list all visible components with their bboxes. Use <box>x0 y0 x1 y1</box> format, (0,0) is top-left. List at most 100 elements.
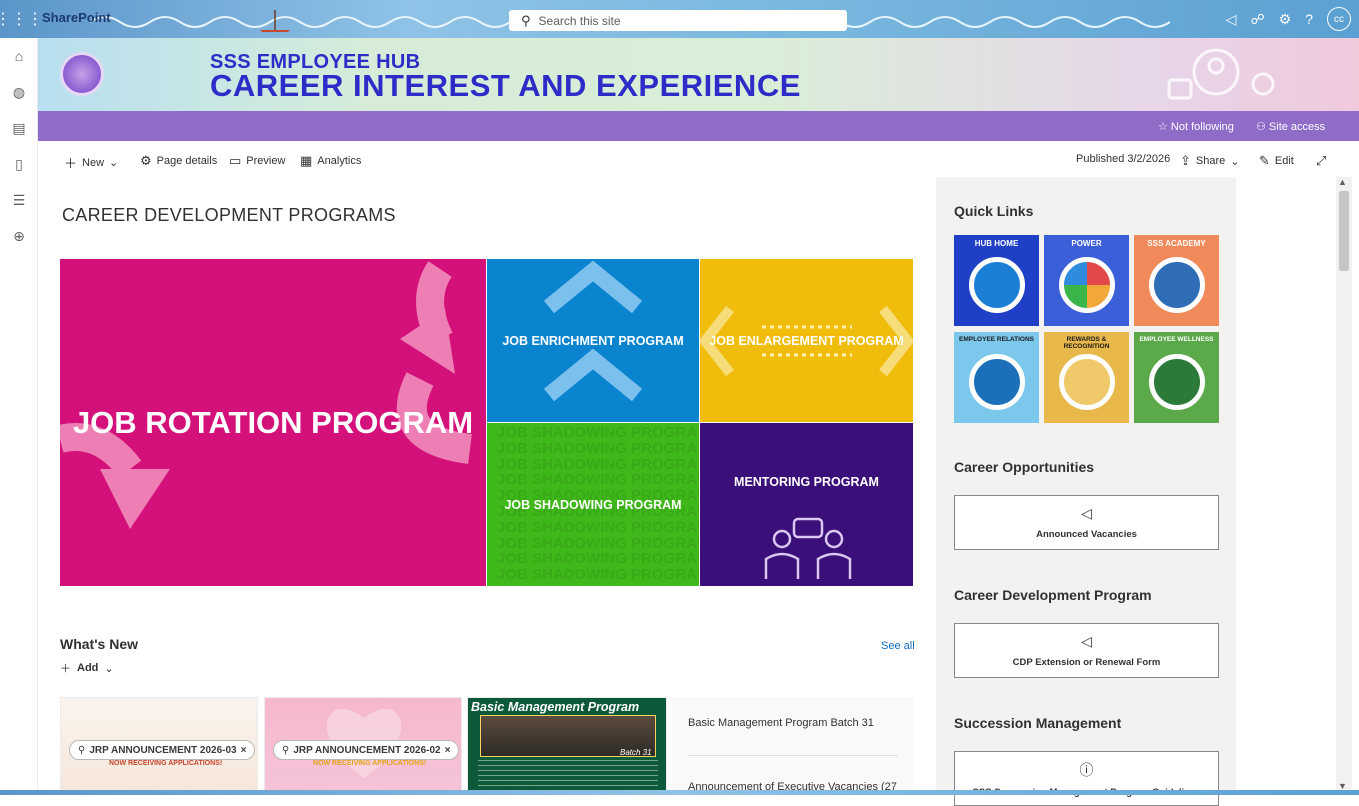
sharepoint-brand[interactable]: SharePoint <box>42 10 111 25</box>
tile-job-shadowing[interactable]: JOB SHADOWING PROGRAM JOB SHADOWING PROGR… <box>487 423 699 586</box>
tile-label: JOB ROTATION PROGRAM <box>72 404 474 440</box>
analytics-button[interactable]: ▦ Analytics <box>300 153 361 169</box>
quick-link-wellness[interactable]: EMPLOYEE WELLNESS <box>1134 332 1219 423</box>
list-icon[interactable]: ☰ <box>0 182 38 218</box>
quick-link-employee-relations[interactable]: EMPLOYEE RELATIONS <box>954 332 1039 423</box>
news-card[interactable]: ⚲ JRP ANNOUNCEMENT 2026-03 × NOW RECEIVING… <box>60 697 258 795</box>
plus-icon: ＋ <box>64 156 78 171</box>
tile-job-rotation[interactable]: JOB ROTATION PROGRAM <box>60 259 486 586</box>
news-card[interactable]: ⚲ JRP ANNOUNCEMENT 2026-02 × NOW RECEIVING… <box>264 697 462 795</box>
quick-link-sss-academy[interactable]: SSS ACADEMY <box>1134 235 1219 326</box>
left-app-rail: ⌂ ◍ ▤ ▯ ☰ ⊕ <box>0 38 38 795</box>
site-logo[interactable] <box>60 52 104 96</box>
edit-button[interactable]: ✎ Edit <box>1259 153 1294 169</box>
search-icon: ⚲ <box>78 744 86 756</box>
tile-label: JOB ENRICHMENT PROGRAM <box>502 333 684 348</box>
succession-title: Succession Management <box>954 715 1122 731</box>
follow-label: Not following <box>1170 121 1234 133</box>
close-icon: × <box>444 744 451 756</box>
add-news-button[interactable]: ＋ Add ⌄ <box>60 660 114 676</box>
academy-seal-icon <box>1149 257 1205 313</box>
site-access-button[interactable]: ⚇ Site access <box>1256 120 1325 133</box>
help-icon[interactable]: ? <box>1305 11 1313 27</box>
preview-label: Preview <box>246 155 286 167</box>
scroll-up-icon[interactable]: ▲ <box>1338 177 1347 187</box>
site-action-bar: ☆ Not following ⚇ Site access <box>38 111 1359 141</box>
announcement-pill: ⚲ JRP ANNOUNCEMENT 2026-03 × <box>69 740 256 760</box>
card-title: Basic Management Program <box>471 700 640 714</box>
right-pane: Quick Links HUB HOME POWER SSS ACADEMY E… <box>936 177 1236 806</box>
pill-text: JRP ANNOUNCEMENT 2026-03 <box>89 744 237 756</box>
settings-gear-icon[interactable]: ⚙ <box>1279 11 1292 28</box>
edit-label: Edit <box>1274 155 1294 167</box>
user-avatar[interactable]: cc <box>1327 7 1351 31</box>
preview-button[interactable]: ▭ Preview <box>229 153 285 169</box>
announcement-pill: ⚲ JRP ANNOUNCEMENT 2026-02 × <box>273 740 460 760</box>
tile-label: MENTORING PROGRAM <box>734 474 879 489</box>
quick-links-title: Quick Links <box>954 203 1034 219</box>
quick-link-label: POWER <box>1071 239 1102 248</box>
chevron-down-icon: ⌄ <box>109 157 119 169</box>
quick-link-power[interactable]: POWER <box>1044 235 1129 326</box>
cdp-form-button[interactable]: ◁ CDP Extension or Renewal Form <box>954 623 1219 678</box>
share-icon: ⇪ <box>1180 153 1191 168</box>
follow-button[interactable]: ☆ Not following <box>1158 120 1234 133</box>
published-status: Published 3/2/2026 <box>1076 153 1171 165</box>
quick-link-label: EMPLOYEE RELATIONS <box>959 336 1034 343</box>
announced-vacancies-button[interactable]: ◁ Announced Vacancies <box>954 495 1219 550</box>
wellness-icon <box>1149 354 1205 410</box>
add-circle-icon[interactable]: ⊕ <box>0 218 38 254</box>
see-all-link[interactable]: See all <box>881 640 915 652</box>
page-details-button[interactable]: ⚙ Page details <box>140 153 217 169</box>
search-placeholder: Search this site <box>538 13 621 28</box>
quick-link-label: REWARDS & RECOGNITION <box>1063 336 1110 350</box>
bottom-decoration <box>0 790 1359 795</box>
relations-icon <box>969 354 1025 410</box>
pencil-icon: ✎ <box>1259 153 1270 168</box>
analytics-label: Analytics <box>317 155 362 167</box>
share-button[interactable]: ⇪ Share ⌄ <box>1180 153 1239 169</box>
suite-actions: ◁ ☍ ⚙ ? cc <box>1226 7 1351 31</box>
close-icon: × <box>240 744 247 756</box>
succession-guidelines-button[interactable]: ⓘ SSS Succession Management Program Guid… <box>954 751 1219 806</box>
pill-text: JRP ANNOUNCEMENT 2026-02 <box>293 744 441 756</box>
home-icon[interactable]: ⌂ <box>0 38 38 74</box>
mentoring-people-icon <box>764 517 852 579</box>
expand-icon[interactable]: ⤢ <box>1316 153 1326 169</box>
scroll-thumb[interactable] <box>1339 191 1349 271</box>
whats-new-title: What's New <box>60 636 139 652</box>
globe-icon[interactable]: ◍ <box>0 74 38 110</box>
tile-label: JOB ENLARGEMENT PROGRAM <box>709 333 904 348</box>
tile-job-enrichment[interactable]: JOB ENRICHMENT PROGRAM <box>487 259 699 422</box>
news-icon[interactable]: ▤ <box>0 110 38 146</box>
career-opportunities-title: Career Opportunities <box>954 459 1095 475</box>
quick-link-rewards[interactable]: REWARDS & RECOGNITION <box>1044 332 1129 423</box>
card-subline: NOW RECEIVING APPLICATIONS! <box>109 760 223 767</box>
tile-job-enlargement[interactable]: JOB ENLARGEMENT PROGRAM <box>700 259 913 422</box>
info-icon: ⓘ <box>1079 762 1094 778</box>
site-access-label: Site access <box>1268 121 1326 133</box>
site-title[interactable]: CAREER INTEREST AND EXPERIENCE <box>210 68 801 104</box>
news-item[interactable]: Basic Management Program Batch 31 <box>688 717 874 729</box>
suite-bar: ⋮⋮⋮ SharePoint ⚲ Search this site ◁ ☍ ⚙ … <box>0 0 1359 38</box>
file-icon[interactable]: ▯ <box>0 146 38 182</box>
search-input[interactable]: ⚲ Search this site <box>509 10 847 31</box>
divider <box>688 755 898 756</box>
new-button[interactable]: ＋ New ⌄ <box>64 153 118 172</box>
button-label: CDP Extension or Renewal Form <box>1012 657 1161 668</box>
app-launcher-icon[interactable]: ⋮⋮⋮ <box>0 0 43 38</box>
scrollbar[interactable]: ▲ ▼ <box>1336 177 1352 795</box>
tile-mentoring[interactable]: MENTORING PROGRAM <box>700 423 913 586</box>
news-card[interactable]: Basic Management Program Batch 31 <box>467 697 667 795</box>
new-label: New <box>82 156 105 169</box>
preview-icon: ▭ <box>229 153 242 168</box>
quick-link-label: SSS ACADEMY <box>1147 239 1206 248</box>
quick-link-hub-home[interactable]: HUB HOME <box>954 235 1039 326</box>
people-icon[interactable]: ☍ <box>1250 11 1264 28</box>
megaphone-icon: ◁ <box>1081 633 1092 649</box>
quick-link-label: EMPLOYEE WELLNESS <box>1139 336 1214 343</box>
command-bar: ＋ New ⌄ ⚙ Page details ▭ Preview ▦ Analytics … <box>38 141 1359 177</box>
megaphone-icon[interactable]: ◁ <box>1226 11 1237 28</box>
hub-icon <box>969 257 1025 313</box>
chevron-down-icon: ⌄ <box>1230 155 1240 168</box>
